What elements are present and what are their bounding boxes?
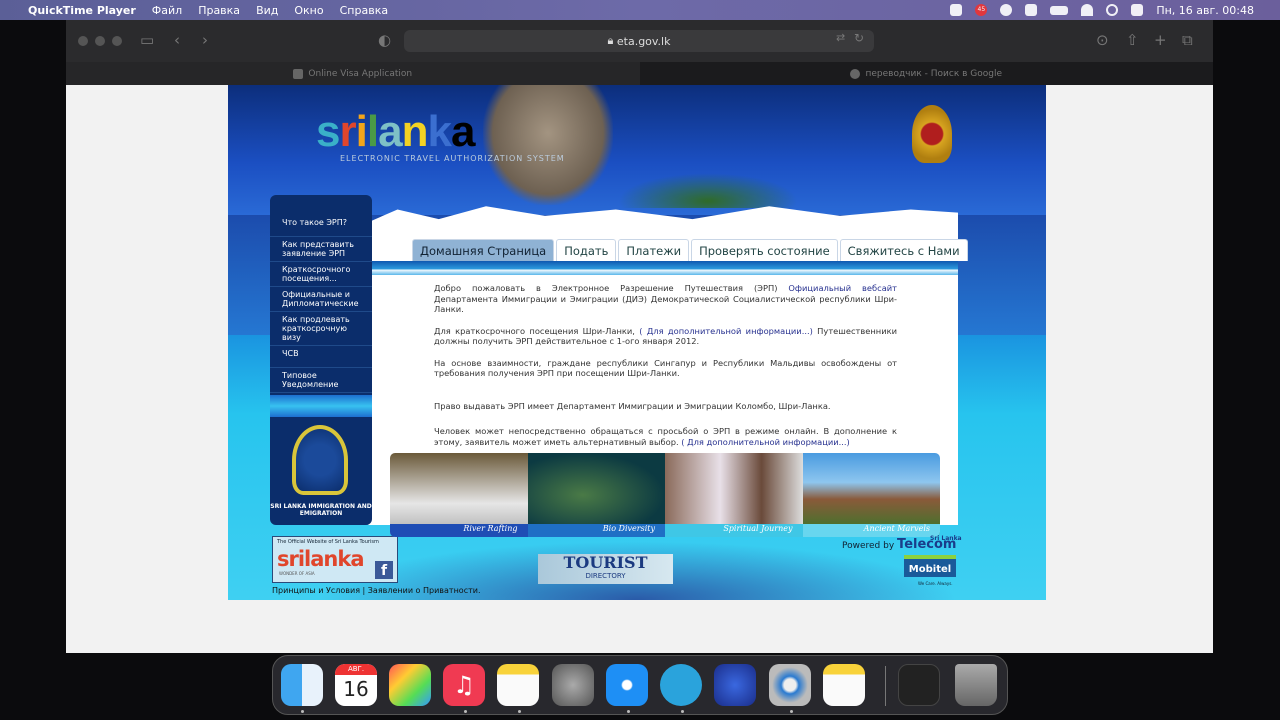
more-info-link[interactable]: ( Для дополнительной информации...) [639,326,813,336]
browser-toolbar: ▭ ‹ › ◐ 🔒︎ eta.gov.lk ⇄ ↻ ⊙ ⇧ + ⧉ [66,20,1213,62]
vpn-owl-icon[interactable] [714,664,756,706]
tab-apply[interactable]: Подать [556,239,617,261]
menu-edit[interactable]: Правка [198,4,240,17]
download-icon[interactable]: ⊙ [1096,31,1109,49]
sidebar-item-notice[interactable]: Типовое Уведомление [270,368,372,393]
window-controls[interactable] [78,36,122,46]
photo-river-rafting[interactable]: River Rafting [390,453,528,537]
buddha-statue-image [483,85,613,205]
photo-caption: Spiritual Journey [665,524,803,537]
tourist-directory-banner[interactable]: TOURIST DIRECTORY [538,554,673,584]
new-tab-icon[interactable]: + [1154,31,1167,49]
control-center-icon[interactable] [1131,4,1144,16]
search-icon[interactable] [1106,4,1119,16]
sidebar-item-what-is-eta[interactable]: Что такое ЭРП? [270,215,372,237]
side-navigation: Что такое ЭРП? Как представить заявление… [270,195,372,525]
recent-window-icon[interactable] [898,664,940,706]
tab-payments[interactable]: Платежи [618,239,690,261]
favicon-icon [293,68,304,79]
menu-file[interactable]: Файл [152,4,182,17]
tab-bar: Online Visa Application переводчик - Пои… [66,62,1213,85]
logo-subtitle: ELECTRONIC TRAVEL AUTHORIZATION SYSTEM [340,154,565,163]
eta-website: srilanka ELECTRONIC TRAVEL AUTHORIZATION… [228,85,1046,600]
google-icon [850,68,861,79]
tab-overview-icon[interactable]: ⧉ [1182,31,1193,49]
back-icon[interactable]: ‹ [174,31,180,49]
tab-contact[interactable]: Свяжитесь с Нами [839,239,968,261]
welcome-text: Добро пожаловать в Электронное Разрешени… [434,283,897,447]
national-emblem-icon [912,105,952,163]
tab-google-search[interactable]: переводчик - Поиск в Google [639,62,1213,85]
photo-strip: River Rafting Bio Diversity Spiritual Jo… [390,453,940,537]
translate-icon[interactable]: ⇄ [836,31,845,44]
record-icon[interactable] [950,4,963,16]
menu-app-name[interactable]: QuickTime Player [28,4,136,17]
battery-icon[interactable] [1050,5,1069,15]
sidebar-item-extend-visa[interactable]: Как продлевать краткосрочную визу [270,312,372,346]
tab-label: переводчик - Поиск в Google [865,68,1003,79]
notification-badge[interactable]: 45 [975,4,988,16]
footer-links[interactable]: Принципы и Условия | Заявлении о Приватн… [272,586,481,595]
exemption-text: На основе взаимности, граждане республик… [434,357,897,379]
facebook-icon[interactable]: f [375,561,393,579]
sidebar-icon[interactable]: ▭ [140,31,154,49]
immigration-emblem-icon [292,425,348,495]
sidebar-item-official[interactable]: Официальные и Дипломатические [270,287,372,312]
tab-check-status[interactable]: Проверять состояние [691,239,838,261]
system-settings-icon[interactable] [552,664,594,706]
more-info-link-2[interactable]: ( Для дополнительной информации...) [681,437,850,447]
menu-view[interactable]: Вид [256,4,278,17]
powered-by: Powered by Telecom [842,537,957,552]
notes-icon[interactable] [497,664,539,706]
clock[interactable]: Пн, 16 авг. 00:48 [1156,4,1254,17]
photo-caption: Ancient Marvels [802,524,940,537]
tab-label: Online Visa Application [308,68,413,79]
mobitel-logo: Mobitel [904,555,956,577]
sidebar-item-faq[interactable]: ЧСВ [270,346,372,368]
safari-icon[interactable] [606,664,648,706]
forward-icon[interactable]: › [202,31,208,49]
photo-bio-diversity[interactable]: Bio Diversity [527,453,665,537]
tab-online-visa[interactable]: Online Visa Application [66,62,640,85]
authority-text: Право выдавать ЭРП имеет Департамент Имм… [434,400,831,411]
sidebar-item-how-to-apply[interactable]: Как представить заявление ЭРП [270,237,372,262]
lock-icon: 🔒︎ [607,34,617,47]
dock: АВГ. 16 ♫ [272,655,1008,715]
notes-window-icon[interactable] [823,664,865,706]
photo-caption: Bio Diversity [527,524,665,537]
moon-icon[interactable] [1000,4,1013,16]
address-bar[interactable]: 🔒︎ eta.gov.lk [404,30,874,52]
finder-icon[interactable] [281,664,323,706]
trash-icon[interactable] [955,664,997,706]
official-website-link[interactable]: Официальный вебсайт [788,283,897,293]
telegram-icon[interactable] [660,664,702,706]
wifi-icon[interactable] [1081,4,1094,16]
main-tabs: Домашняя Страница Подать Платежи Проверя… [412,239,968,261]
safari-window: ▭ ‹ › ◐ 🔒︎ eta.gov.lk ⇄ ↻ ⊙ ⇧ + ⧉ Online… [66,20,1213,653]
privacy-shield-icon[interactable]: ◐ [378,31,391,49]
keyboard-layout-icon[interactable] [1025,4,1038,16]
srilanka-logo: srilanka [316,107,475,156]
calendar-icon[interactable]: АВГ. 16 [335,664,377,706]
photo-spiritual-journey[interactable]: Spiritual Journey [665,453,803,537]
mobitel-tagline: We Care. Always. [918,581,953,586]
photo-caption: River Rafting [390,524,528,537]
srilanka-tourism-banner[interactable]: The Official Website of Sri Lanka Touris… [272,536,398,583]
launchpad-icon[interactable] [389,664,431,706]
share-icon[interactable]: ⇧ [1126,31,1139,49]
menu-help[interactable]: Справка [340,4,388,17]
quicktime-icon[interactable] [769,664,811,706]
url-text: eta.gov.lk [616,34,671,48]
music-icon[interactable]: ♫ [443,664,485,706]
photo-ancient-marvels[interactable]: Ancient Marvels [802,453,940,537]
tab-home[interactable]: Домашняя Страница [412,239,555,261]
menubar: QuickTime Player Файл Правка Вид Окно Сп… [0,0,1280,20]
reload-icon[interactable]: ↻ [854,31,864,45]
immigration-label: SRI LANKA IMMIGRATION AND EMIGRATION [270,503,372,517]
menu-window[interactable]: Окно [294,4,323,17]
sidebar-item-short-visit[interactable]: Краткосрочного посещения... [270,262,372,287]
dock-separator [885,666,886,706]
